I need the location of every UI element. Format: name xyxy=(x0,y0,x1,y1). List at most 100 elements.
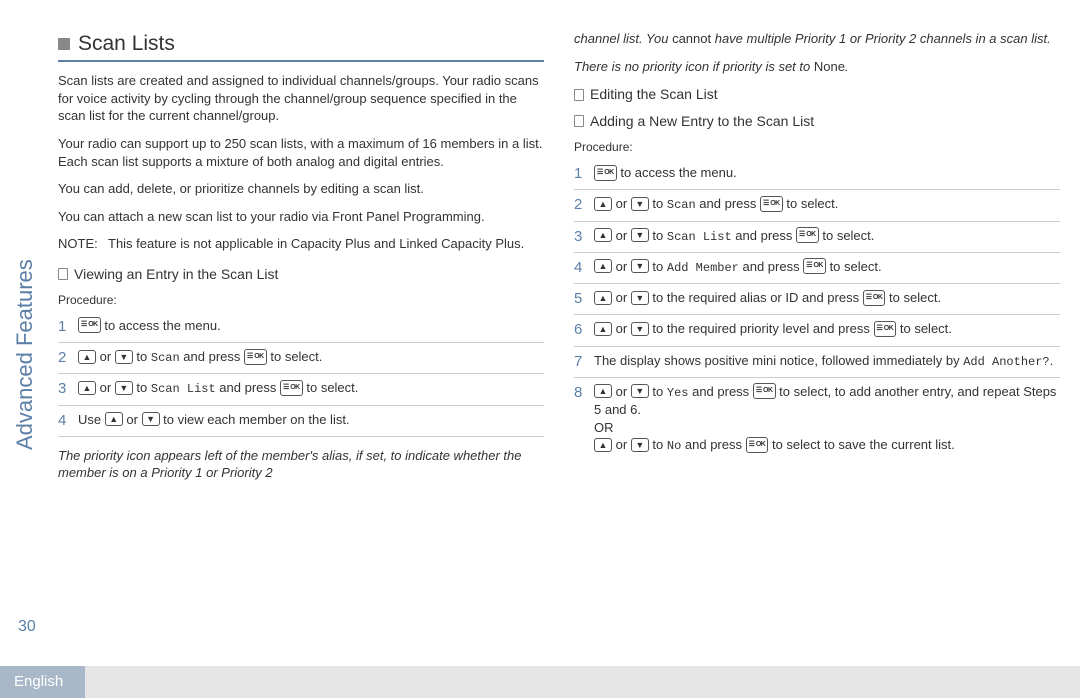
step-body: ☰ OK to access the menu. xyxy=(594,164,1060,184)
step-number: 2 xyxy=(58,348,78,368)
subheading: Adding a New Entry to the Scan List xyxy=(574,112,1060,131)
down-arrow-icon: ▼ xyxy=(142,412,160,426)
step-number: 8 xyxy=(574,383,594,454)
step-body: ▲ or ▼ to Scan List and press ☰ OK to se… xyxy=(594,227,1060,247)
footnote: The priority icon appears left of the me… xyxy=(58,447,544,482)
document-icon xyxy=(58,268,68,280)
document-icon xyxy=(574,89,584,101)
step-body: The display shows positive mini notice, … xyxy=(594,352,1060,372)
step-body: ▲ or ▼ to Scan and press ☰ OK to select. xyxy=(594,195,1060,215)
square-bullet-icon xyxy=(58,38,70,50)
down-arrow-icon: ▼ xyxy=(631,384,649,398)
up-arrow-icon: ▲ xyxy=(594,438,612,452)
down-arrow-icon: ▼ xyxy=(115,381,133,395)
down-arrow-icon: ▼ xyxy=(631,438,649,452)
document-icon xyxy=(574,115,584,127)
step-body: ▲ or ▼ to Scan and press ☰ OK to select. xyxy=(78,348,544,368)
step-body: ▲ or ▼ to Add Member and press ☰ OK to s… xyxy=(594,258,1060,278)
step-row: 3 ▲ or ▼ to Scan List and press ☰ OK to … xyxy=(58,374,544,405)
step-number: 7 xyxy=(574,352,594,372)
subheading-text: Adding a New Entry to the Scan List xyxy=(590,112,814,131)
ok-button-icon: ☰ OK xyxy=(803,258,826,274)
subheading-text: Viewing an Entry in the Scan List xyxy=(74,265,278,284)
menu-option: No xyxy=(667,439,681,453)
step-number: 3 xyxy=(574,227,594,247)
step-row: 4 ▲ or ▼ to Add Member and press ☰ OK to… xyxy=(574,253,1060,284)
language-tab: English xyxy=(0,666,91,698)
step-body: ▲ or ▼ to Yes and press ☰ OK to select, … xyxy=(594,383,1060,454)
menu-option: Scan xyxy=(151,351,180,365)
up-arrow-icon: ▲ xyxy=(105,412,123,426)
step-number: 5 xyxy=(574,289,594,309)
page-number: 30 xyxy=(18,616,36,638)
ok-button-icon: ☰ OK xyxy=(760,196,783,212)
ok-button-icon: ☰ OK xyxy=(244,349,267,365)
procedure-label: Procedure: xyxy=(58,292,544,308)
step-row: 1 ☰ OK to access the menu. xyxy=(574,159,1060,190)
menu-option: Yes xyxy=(667,386,689,400)
down-arrow-icon: ▼ xyxy=(631,259,649,273)
ok-button-icon: ☰ OK xyxy=(796,227,819,243)
step-row: 3 ▲ or ▼ to Scan List and press ☰ OK to … xyxy=(574,222,1060,253)
note-block: NOTE: This feature is not applicable in … xyxy=(58,235,544,253)
up-arrow-icon: ▲ xyxy=(594,228,612,242)
subheading-text: Editing the Scan List xyxy=(590,85,718,104)
down-arrow-icon: ▼ xyxy=(631,291,649,305)
ok-button-icon: ☰ OK xyxy=(746,437,769,453)
step-row: 7 The display shows positive mini notice… xyxy=(574,347,1060,378)
ok-button-icon: ☰ OK xyxy=(753,383,776,399)
step-row: 4 Use ▲ or ▼ to view each member on the … xyxy=(58,406,544,437)
step-number: 3 xyxy=(58,379,78,399)
step-text: to access the menu. xyxy=(101,318,221,333)
down-arrow-icon: ▼ xyxy=(631,197,649,211)
step-row: 5 ▲ or ▼ to the required alias or ID and… xyxy=(574,284,1060,315)
menu-option: Add Member xyxy=(667,261,739,275)
step-body: Use ▲ or ▼ to view each member on the li… xyxy=(78,411,544,431)
up-arrow-icon: ▲ xyxy=(594,291,612,305)
continuation-text: There is no priority icon if priority is… xyxy=(574,58,1060,76)
continuation-text: channel list. You cannot have multiple P… xyxy=(574,30,1060,48)
step-row: 8 ▲ or ▼ to Yes and press ☰ OK to select… xyxy=(574,378,1060,459)
content-columns: Scan Lists Scan lists are created and as… xyxy=(58,30,1060,650)
up-arrow-icon: ▲ xyxy=(594,197,612,211)
paragraph: You can attach a new scan list to your r… xyxy=(58,208,544,226)
step-body: ▲ or ▼ to the required priority level an… xyxy=(594,320,1060,340)
procedure-label: Procedure: xyxy=(574,139,1060,155)
step-body: ▲ or ▼ to the required alias or ID and p… xyxy=(594,289,1060,309)
ok-button-icon: ☰ OK xyxy=(874,321,897,337)
up-arrow-icon: ▲ xyxy=(78,350,96,364)
menu-option: Add Another? xyxy=(963,355,1049,369)
step-number: 6 xyxy=(574,320,594,340)
paragraph: Your radio can support up to 250 scan li… xyxy=(58,135,544,170)
step-number: 1 xyxy=(574,164,594,184)
or-label: OR xyxy=(594,419,1060,437)
step-row: 1 ☰ OK to access the menu. xyxy=(58,312,544,343)
subheading: Viewing an Entry in the Scan List xyxy=(58,265,544,284)
menu-option: Scan xyxy=(667,198,696,212)
right-column: channel list. You cannot have multiple P… xyxy=(574,30,1060,650)
note-body: This feature is not applicable in Capaci… xyxy=(108,235,524,253)
paragraph: Scan lists are created and assigned to i… xyxy=(58,72,544,125)
down-arrow-icon: ▼ xyxy=(631,322,649,336)
up-arrow-icon: ▲ xyxy=(594,259,612,273)
step-number: 2 xyxy=(574,195,594,215)
step-row: 6 ▲ or ▼ to the required priority level … xyxy=(574,315,1060,346)
step-body: ☰ OK to access the menu. xyxy=(78,317,544,337)
menu-option: Scan List xyxy=(667,230,732,244)
step-body: ▲ or ▼ to Scan List and press ☰ OK to se… xyxy=(78,379,544,399)
up-arrow-icon: ▲ xyxy=(594,322,612,336)
subheading: Editing the Scan List xyxy=(574,85,1060,104)
up-arrow-icon: ▲ xyxy=(78,381,96,395)
down-arrow-icon: ▼ xyxy=(631,228,649,242)
left-column: Scan Lists Scan lists are created and as… xyxy=(58,30,544,650)
step-row: 2 ▲ or ▼ to Scan and press ☰ OK to selec… xyxy=(58,343,544,374)
menu-option: Scan List xyxy=(151,382,216,396)
footer-bar xyxy=(85,666,1080,698)
step-number: 4 xyxy=(574,258,594,278)
paragraph: You can add, delete, or prioritize chann… xyxy=(58,180,544,198)
step-number: 1 xyxy=(58,317,78,337)
down-arrow-icon: ▼ xyxy=(115,350,133,364)
ok-button-icon: ☰ OK xyxy=(78,317,101,333)
step-row: 2 ▲ or ▼ to Scan and press ☰ OK to selec… xyxy=(574,190,1060,221)
page-body: Advanced Features 30 Scan Lists Scan lis… xyxy=(0,0,1080,660)
